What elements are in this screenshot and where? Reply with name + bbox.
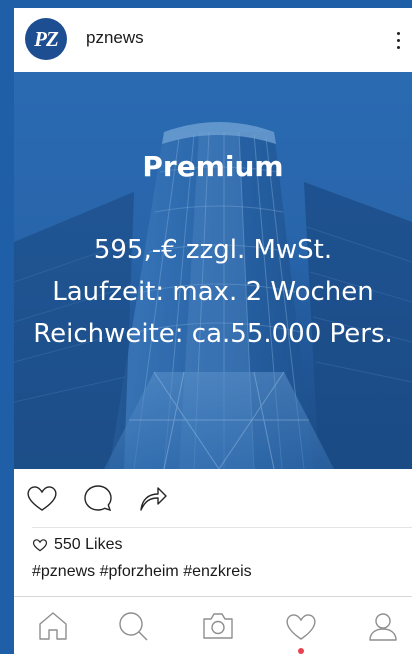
heart-icon[interactable] <box>25 483 59 513</box>
comment-icon[interactable] <box>81 483 115 513</box>
building-photo <box>14 72 412 469</box>
share-arrow-icon[interactable] <box>135 483 169 513</box>
bottom-nav <box>14 596 412 654</box>
heart-icon[interactable] <box>284 609 318 643</box>
notification-dot <box>298 648 304 654</box>
more-vertical-icon[interactable] <box>392 26 404 54</box>
avatar[interactable]: PZ <box>25 18 67 60</box>
image-title: Premium <box>142 150 284 183</box>
divider <box>32 527 412 528</box>
likes-row[interactable]: 550 Likes <box>32 534 123 556</box>
camera-icon[interactable] <box>201 609 235 643</box>
heart-small-icon <box>32 539 48 552</box>
image-reach: Reichweite: ca.55.000 Pers. <box>33 319 393 349</box>
username[interactable]: pznews <box>86 28 144 48</box>
avatar-logo-text: PZ <box>34 26 59 51</box>
post-header: PZ pznews <box>14 8 412 72</box>
image-price: 595,-€ zzgl. MwSt. <box>93 235 333 265</box>
likes-count: 550 Likes <box>54 536 123 553</box>
home-icon[interactable] <box>36 609 70 643</box>
post-actions <box>14 469 412 527</box>
search-icon[interactable] <box>116 609 150 643</box>
post-image[interactable]: Premium 595,-€ zzgl. MwSt. Laufzeit: max… <box>14 72 412 469</box>
profile-icon[interactable] <box>366 609 400 643</box>
hashtags[interactable]: #pznews #pforzheim #enzkreis <box>32 563 252 581</box>
instagram-post-mockup: PZ pznews Premium 595,-€ zzgl. MwSt. Lau… <box>14 8 412 654</box>
image-duration: Laufzeit: max. 2 Wochen <box>52 277 374 307</box>
